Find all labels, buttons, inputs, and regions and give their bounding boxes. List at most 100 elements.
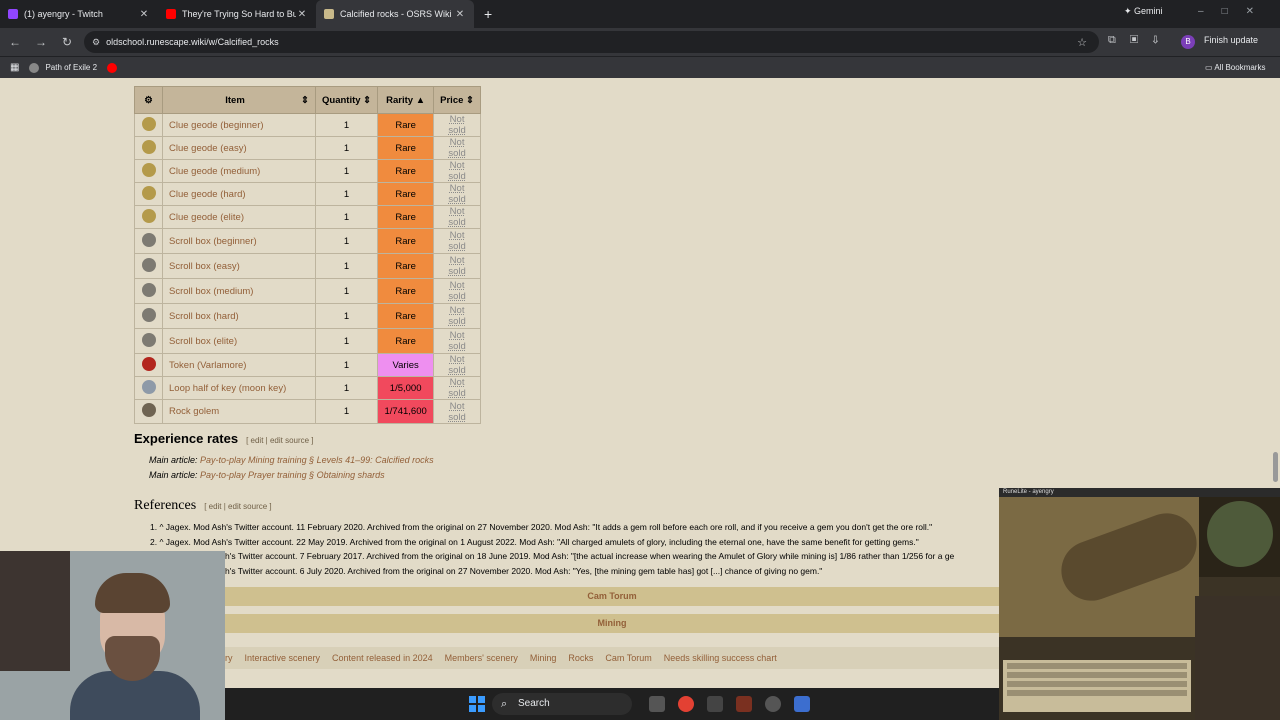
price-cell[interactable]: Not sold — [433, 205, 481, 229]
settings-icon[interactable]: ⚙ — [134, 86, 163, 114]
category-link[interactable]: Rocks — [568, 653, 593, 663]
item-name[interactable]: Scroll box (easy) — [162, 253, 316, 279]
apps-icon[interactable]: ▦ — [10, 62, 19, 73]
item-name[interactable]: Scroll box (beginner) — [162, 228, 316, 254]
edit-links[interactable]: [ edit | edit source ] — [246, 436, 313, 445]
category-link[interactable]: Cam Torum — [605, 653, 651, 663]
main-article-link[interactable]: Pay-to-play Mining training § Levels 41–… — [200, 455, 434, 465]
category-link[interactable]: ry — [225, 653, 233, 663]
col-rarity[interactable]: Rarity ▲ — [377, 86, 435, 114]
price-cell[interactable]: Not sold — [433, 228, 481, 254]
chatbox[interactable] — [1003, 660, 1191, 712]
reload-icon[interactable]: ↻ — [56, 35, 78, 49]
geode-icon[interactable] — [141, 162, 156, 177]
runelite-icon[interactable] — [736, 696, 752, 712]
close-icon[interactable]: ✕ — [138, 9, 150, 20]
item-name[interactable]: Clue geode (medium) — [162, 159, 316, 183]
price-cell[interactable]: Not sold — [433, 303, 481, 329]
back-icon[interactable]: ← — [4, 35, 26, 49]
category-link[interactable]: Mining — [530, 653, 557, 663]
item-name[interactable]: Scroll box (medium) — [162, 278, 316, 304]
category-link[interactable]: Needs skilling success chart — [664, 653, 777, 663]
extension-icons[interactable]: ⧉▣⇩ — [1108, 34, 1172, 47]
col-item[interactable]: Item ⇕ — [162, 86, 316, 114]
item-name[interactable]: Loop half of key (moon key) — [162, 376, 316, 400]
category-link[interactable]: Interactive scenery — [245, 653, 321, 663]
close-icon[interactable]: ✕ — [454, 9, 466, 20]
main-article-link[interactable]: Pay-to-play Prayer training § Obtaining … — [200, 470, 385, 480]
site-info-icon[interactable]: ⚙ — [92, 37, 100, 48]
new-tab-button[interactable]: + — [484, 6, 492, 22]
price-cell[interactable]: Not sold — [433, 399, 481, 424]
finish-update-button[interactable]: Finish update — [1204, 35, 1258, 45]
key-half-icon[interactable] — [141, 379, 156, 394]
item-name[interactable]: Clue geode (easy) — [162, 136, 316, 160]
category-link[interactable]: Members' scenery — [445, 653, 518, 663]
calculator-icon[interactable] — [794, 696, 810, 712]
scroll-box-icon[interactable] — [141, 307, 156, 322]
window-controls[interactable]: –□✕ — [1198, 6, 1272, 17]
forward-icon[interactable]: → — [30, 35, 52, 49]
address-bar[interactable]: ⚙ oldschool.runescape.wiki/w/Calcified_r… — [84, 31, 1099, 53]
app-icon[interactable] — [765, 696, 781, 712]
file-explorer-icon[interactable] — [649, 696, 665, 712]
item-name[interactable]: Clue geode (elite) — [162, 205, 316, 229]
col-price[interactable]: Price ⇕ — [433, 86, 481, 114]
gemini-button[interactable]: ✦ Gemini — [1124, 6, 1163, 17]
inventory-panel[interactable] — [1195, 596, 1280, 720]
youtube-bookmark-icon[interactable] — [107, 62, 123, 73]
scrollbar-thumb[interactable] — [1273, 452, 1278, 482]
price-cell[interactable]: Not sold — [433, 253, 481, 279]
bookmark-icon — [29, 62, 40, 73]
close-icon[interactable]: ✕ — [296, 9, 308, 20]
geode-icon[interactable] — [141, 208, 156, 223]
game-viewport[interactable] — [999, 497, 1206, 637]
category-link[interactable]: Content released in 2024 — [332, 653, 433, 663]
price-cell[interactable]: Not sold — [433, 136, 481, 160]
price-cell[interactable]: Not sold — [433, 328, 481, 354]
table-row: Scroll box (hard) 1 Rare Not sold — [134, 303, 481, 329]
scroll-box-icon[interactable] — [141, 332, 156, 347]
navbox-mining[interactable]: Mining — [225, 614, 999, 633]
edit-links[interactable]: [ edit | edit source ] — [204, 502, 271, 511]
tab-osrs-wiki[interactable]: Calcified rocks - OSRS Wiki ✕ — [316, 0, 474, 28]
price-cell[interactable]: Not sold — [433, 278, 481, 304]
minimap[interactable] — [1199, 497, 1280, 577]
navbox-cam-torum[interactable]: Cam Torum — [225, 587, 999, 606]
item-name[interactable]: Clue geode (hard) — [162, 182, 316, 206]
price-cell[interactable]: Not sold — [433, 113, 481, 137]
item-name[interactable]: Clue geode (beginner) — [162, 113, 316, 137]
runelite-window[interactable]: RuneLite - ayengry — [999, 488, 1280, 720]
item-name[interactable]: Scroll box (hard) — [162, 303, 316, 329]
geode-icon[interactable] — [141, 116, 156, 131]
price-cell[interactable]: Not sold — [433, 376, 481, 400]
geode-icon[interactable] — [141, 139, 156, 154]
col-quantity[interactable]: Quantity ⇕ — [314, 86, 379, 114]
bookmark-poe2[interactable]: Path of Exile 2 — [29, 62, 97, 73]
scroll-box-icon[interactable] — [141, 282, 156, 297]
all-bookmarks[interactable]: ▭ All Bookmarks — [1205, 63, 1265, 72]
price-cell[interactable]: Not sold — [433, 182, 481, 206]
token-icon[interactable] — [141, 356, 156, 371]
avatar[interactable]: B — [1181, 35, 1195, 49]
webcam-overlay — [0, 551, 225, 720]
tab-twitch[interactable]: (1) ayengry - Twitch ✕ — [0, 0, 158, 28]
geode-icon[interactable] — [141, 185, 156, 200]
bookmark-star-icon[interactable]: ☆ — [1077, 36, 1087, 49]
quantity-cell: 1 — [314, 205, 379, 229]
taskbar-search[interactable]: ⌕ Search — [492, 693, 632, 715]
scroll-box-icon[interactable] — [141, 232, 156, 247]
sort-icon: ▲ — [415, 94, 426, 106]
tab-youtube[interactable]: They're Trying So Hard to Bury ✕ — [158, 0, 316, 28]
chrome-icon[interactable] — [678, 696, 694, 712]
windows-start-icon[interactable] — [469, 696, 485, 712]
price-cell[interactable]: Not sold — [433, 159, 481, 183]
table-row: Scroll box (beginner) 1 Rare Not sold — [134, 228, 481, 254]
item-name[interactable]: Scroll box (elite) — [162, 328, 316, 354]
price-cell[interactable]: Not sold — [433, 353, 481, 377]
rock-golem-icon[interactable] — [141, 403, 156, 417]
app-icon[interactable] — [707, 696, 723, 712]
item-name[interactable]: Token (Varlamore) — [162, 353, 316, 377]
item-name[interactable]: Rock golem — [162, 399, 316, 424]
scroll-box-icon[interactable] — [141, 257, 156, 272]
